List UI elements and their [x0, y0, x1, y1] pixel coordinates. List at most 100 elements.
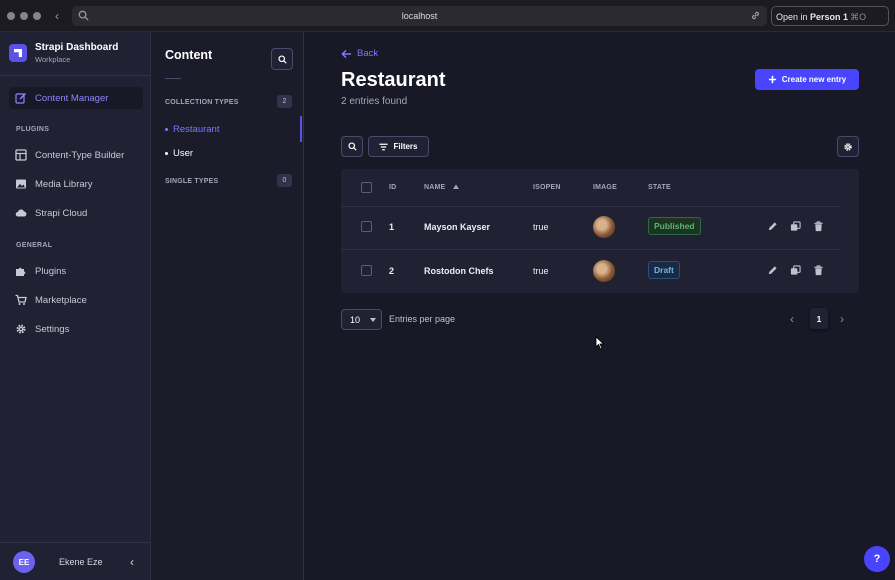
- browser-back-icon[interactable]: ‹: [55, 9, 65, 23]
- sidebar-item-media-library[interactable]: Media Library: [9, 173, 143, 195]
- row-id: 2: [389, 266, 395, 276]
- open-in-profile-button[interactable]: Open in Person 1 ⌘O: [771, 6, 889, 26]
- create-button-label: Create new entry: [781, 75, 847, 84]
- user-name: Ekene Eze: [59, 557, 103, 567]
- entries-count: 2 entries found: [341, 96, 408, 107]
- sidebar-item-label: Marketplace: [35, 294, 87, 306]
- list-settings-button[interactable]: [837, 136, 859, 157]
- pencil-icon[interactable]: [767, 221, 778, 232]
- trash-icon[interactable]: [813, 221, 824, 232]
- single-types-heading[interactable]: SINGLE TYPES: [165, 178, 218, 185]
- sidebar-item-content-manager[interactable]: Content Manager: [9, 87, 143, 109]
- image-icon: [16, 179, 26, 189]
- open-in-profile: Person 1: [810, 12, 849, 22]
- subnav-search-button[interactable]: [271, 48, 293, 70]
- window-close-button[interactable]: [7, 12, 15, 20]
- help-button[interactable]: ?: [864, 546, 890, 572]
- sidebar-item-label: Settings: [35, 323, 70, 335]
- status-badge: Draft: [648, 261, 680, 279]
- duplicate-icon[interactable]: [790, 221, 801, 232]
- strapi-logo-icon: [9, 44, 27, 62]
- pencil-icon[interactable]: [767, 265, 778, 276]
- arrow-left-icon: [341, 49, 352, 58]
- row-checkbox[interactable]: [361, 221, 372, 232]
- single-types-count: 0: [277, 174, 292, 187]
- entries-per-page-select[interactable]: 10: [341, 309, 382, 330]
- row-id: 1: [389, 222, 395, 232]
- previous-page-button[interactable]: ‹: [790, 312, 794, 326]
- plugins-heading: PLUGINS: [16, 126, 50, 133]
- search-button[interactable]: [341, 136, 363, 157]
- column-header-image[interactable]: IMAGE: [593, 184, 617, 191]
- window-zoom-button[interactable]: [33, 12, 41, 20]
- search-icon: [347, 142, 357, 151]
- cart-icon: [15, 294, 27, 305]
- gear-icon: [844, 142, 852, 151]
- filter-icon: [379, 143, 389, 150]
- mouse-cursor-icon: [595, 336, 605, 350]
- row-name: Mayson Kayser: [424, 222, 491, 232]
- url-text: localhost: [401, 11, 438, 21]
- column-header-isopen[interactable]: ISOPEN: [533, 184, 561, 191]
- page-number-button[interactable]: 1: [810, 308, 828, 329]
- row-name: Rostodon Chefs: [424, 266, 494, 276]
- create-new-entry-button[interactable]: Create new entry: [755, 69, 859, 90]
- avatar[interactable]: EE: [13, 551, 35, 573]
- column-header-id[interactable]: ID: [389, 184, 396, 191]
- sidebar-item-label: Content-Type Builder: [35, 149, 125, 161]
- user-profile[interactable]: EE Ekene Eze ‹: [0, 544, 151, 580]
- workplace-brand[interactable]: Strapi Dashboard Workplace: [9, 42, 118, 64]
- per-page-label: Entries per page: [389, 314, 456, 324]
- pencil-square-icon: [15, 92, 27, 104]
- subnav-item-user[interactable]: User: [164, 148, 193, 159]
- row-actions: [767, 221, 824, 232]
- collection-types-count: 2: [277, 95, 292, 108]
- sidebar-item-marketplace[interactable]: Marketplace: [9, 289, 143, 311]
- sidebar-item-content-type-builder[interactable]: Content-Type Builder: [9, 144, 143, 166]
- column-header-name[interactable]: NAME: [424, 184, 459, 191]
- app-title: Strapi Dashboard: [35, 42, 119, 53]
- select-all-checkbox[interactable]: [361, 182, 372, 193]
- layout-icon: [15, 149, 27, 161]
- subnav-title: Content: [165, 48, 213, 62]
- cloud-icon: [15, 209, 27, 217]
- address-bar[interactable]: localhost: [72, 6, 767, 26]
- subnav-item-restaurant[interactable]: Restaurant: [164, 124, 219, 135]
- trash-icon[interactable]: [813, 265, 824, 276]
- content-subnav: Content COLLECTION TYPES 2 Restaurant Us…: [151, 32, 304, 580]
- sidebar-item-label: Plugins: [35, 265, 67, 277]
- divider: [165, 78, 181, 79]
- per-page-value: 10: [350, 314, 361, 325]
- divider: [341, 249, 841, 250]
- sidebar-item-plugins[interactable]: Plugins: [9, 260, 143, 282]
- puzzle-icon: [16, 267, 26, 276]
- status-badge: Published: [648, 217, 701, 235]
- collection-types-heading[interactable]: COLLECTION TYPES: [165, 99, 239, 106]
- app-subtitle: Workplace: [35, 55, 71, 64]
- sidebar-item-label: Strapi Cloud: [35, 207, 88, 219]
- window-minimize-button[interactable]: [20, 12, 28, 20]
- filters-button[interactable]: Filters: [368, 136, 429, 157]
- next-page-button[interactable]: ›: [840, 312, 844, 326]
- filters-label: Filters: [393, 142, 418, 151]
- row-checkbox[interactable]: [361, 265, 372, 276]
- link-icon[interactable]: [750, 10, 761, 21]
- search-icon: [277, 54, 287, 64]
- scrollbar[interactable]: [300, 116, 302, 142]
- back-link[interactable]: Back: [341, 48, 378, 59]
- column-header-state[interactable]: STATE: [648, 184, 671, 191]
- sidebar-item-strapi-cloud[interactable]: Strapi Cloud: [9, 202, 143, 224]
- collapse-sidebar-button[interactable]: ‹: [130, 555, 134, 569]
- divider: [341, 206, 841, 207]
- general-heading: GENERAL: [16, 242, 53, 249]
- chevron-down-icon: [370, 317, 377, 322]
- plus-icon: [768, 75, 776, 84]
- main-content: Back Restaurant 2 entries found Create n…: [304, 32, 895, 580]
- sidebar-item-settings[interactable]: Settings: [9, 318, 143, 340]
- main-sidebar: Strapi Dashboard Workplace Content Manag…: [0, 32, 151, 580]
- column-header-label: NAME: [424, 184, 446, 191]
- duplicate-icon[interactable]: [790, 265, 801, 276]
- divider: [0, 542, 150, 543]
- restaurant-thumbnail: [593, 216, 615, 238]
- row-isopen: true: [533, 222, 549, 232]
